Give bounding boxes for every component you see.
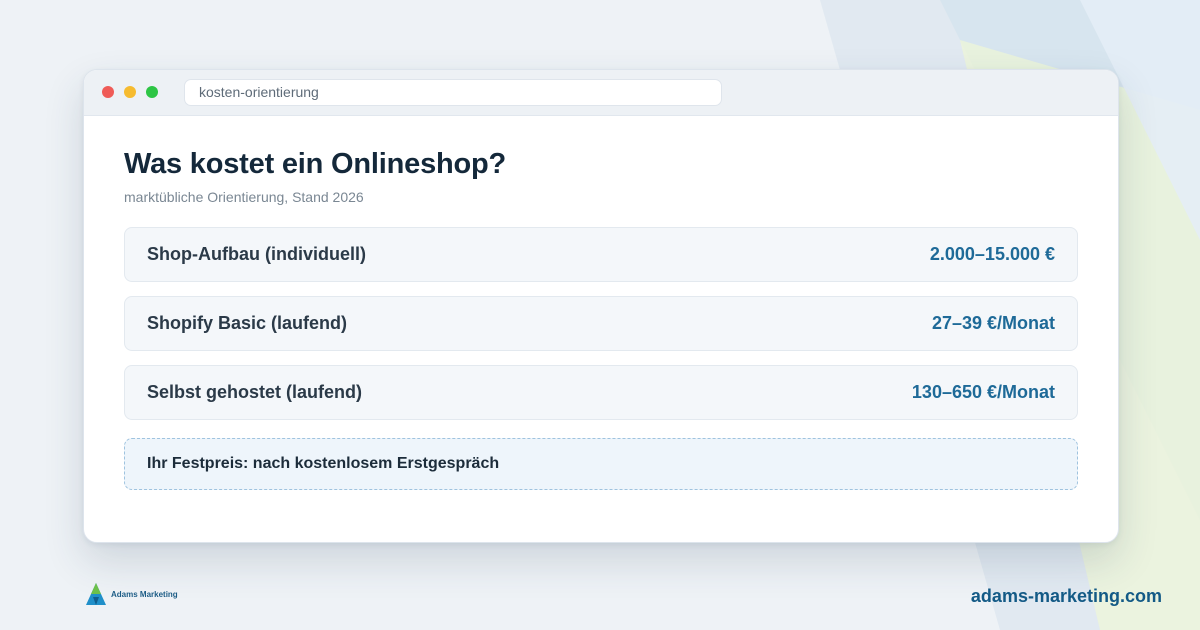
price-row-value: 130–650 €/Monat	[911, 382, 1055, 402]
price-list: Shop-Aufbau (individuell) 2.000–15.000 €…	[124, 227, 1078, 420]
browser-titlebar: kosten-orientierung	[84, 70, 1118, 116]
price-row-value: 27–39 €/Monat	[931, 313, 1055, 333]
price-row-label: Shopify Basic (laufend)	[147, 313, 348, 333]
brand-logo: Adams Marketing	[85, 582, 178, 606]
price-row-label: Selbst gehostet (laufend)	[147, 382, 363, 402]
minimize-window-button[interactable]	[124, 86, 136, 98]
page-subtitle: marktübliche Orientierung, Stand 2026	[124, 189, 364, 205]
price-row-shop-aufbau: Shop-Aufbau (individuell) 2.000–15.000 €	[124, 227, 1078, 282]
price-row-selbst-gehostet: Selbst gehostet (laufend) 130–650 €/Mona…	[124, 365, 1078, 420]
address-bar[interactable]: kosten-orientierung	[184, 79, 722, 106]
price-row-value: 2.000–15.000 €	[929, 244, 1055, 264]
adams-marketing-logo-icon	[86, 583, 106, 605]
page-content: Was kostet ein Onlineshop? marktübliche …	[124, 115, 1078, 490]
brand-name: Adams Marketing	[111, 589, 178, 599]
browser-window: kosten-orientierung Was kostet ein Onlin…	[83, 69, 1119, 543]
fixed-price-note: Ihr Festpreis: nach kostenlosem Erstgesp…	[124, 438, 1078, 490]
price-row-shopify-basic: Shopify Basic (laufend) 27–39 €/Monat	[124, 296, 1078, 351]
price-row-label: Shop-Aufbau (individuell)	[147, 244, 366, 264]
page-title: Was kostet ein Onlineshop?	[124, 148, 507, 180]
close-window-button[interactable]	[102, 86, 114, 98]
website-link[interactable]: adams-marketing.com	[971, 586, 1162, 607]
maximize-window-button[interactable]	[146, 86, 158, 98]
